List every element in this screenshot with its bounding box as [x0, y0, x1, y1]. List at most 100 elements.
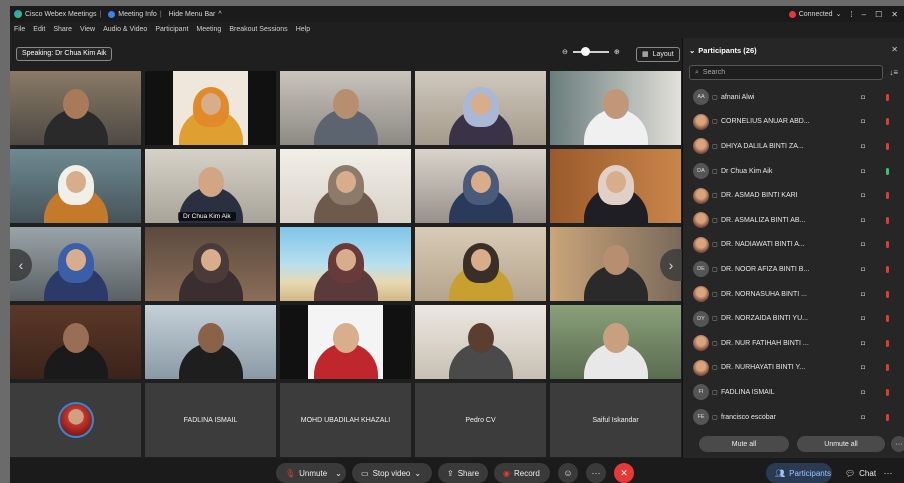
avatar: FE	[693, 409, 709, 426]
participant-row[interactable]: ▢ DR. NUR FATIHAH BINTI ... ◘	[683, 331, 904, 356]
participant-row[interactable]: ▢ DR. NORNASUHA BINTI ... ◘	[683, 282, 904, 307]
share-button[interactable]: ⇪ Share	[438, 463, 488, 483]
video-tile[interactable]	[280, 227, 411, 301]
chevron-right-icon: ›	[668, 257, 674, 273]
avatar-tile[interactable]	[10, 383, 141, 457]
mic-muted-icon[interactable]	[886, 241, 889, 249]
participant-row[interactable]: FE ▢ francisco escobar ◘	[683, 405, 904, 430]
video-tile-active-speaker[interactable]: Dr Chua Kim Aik	[145, 149, 276, 223]
close-window-button[interactable]: ✕	[891, 10, 898, 19]
video-tile[interactable]	[10, 305, 141, 379]
mic-muted-icon[interactable]	[886, 388, 889, 396]
mic-on-icon[interactable]	[886, 167, 889, 175]
mic-muted-icon[interactable]	[886, 339, 889, 347]
mic-muted-icon[interactable]	[886, 413, 889, 421]
video-tile[interactable]	[415, 227, 546, 301]
chevron-down-icon[interactable]: ⌄	[689, 46, 695, 55]
layout-button[interactable]: ▦ Layout	[636, 47, 680, 62]
participant-row[interactable]: FI ▢ FADLINA ISMAIL ◘	[683, 380, 904, 405]
video-tile[interactable]	[145, 305, 276, 379]
mic-muted-icon[interactable]	[886, 290, 889, 298]
video-tile[interactable]	[415, 149, 546, 223]
video-tile[interactable]	[550, 149, 681, 223]
connection-status[interactable]: Connected ⌄	[788, 10, 841, 18]
mic-muted-icon[interactable]	[886, 192, 889, 200]
participants-button[interactable]: 👥︎ Participants	[766, 463, 832, 483]
participant-row[interactable]: ▢ CORNELIUS ANUAR ABD... ◘	[683, 110, 904, 135]
zoom-slider-knob[interactable]	[580, 47, 590, 56]
record-button[interactable]: ◉ Record	[494, 463, 550, 483]
meeting-info-button[interactable]: Meeting Info	[108, 10, 157, 18]
menu-breakout-sessions[interactable]: Breakout Sessions	[229, 26, 287, 33]
mic-muted-icon[interactable]	[886, 364, 889, 372]
reactions-button[interactable]: ☺	[558, 463, 578, 483]
participant-row[interactable]: DY ▢ DR. NORZAIDA BINTI YU... ◘	[683, 306, 904, 331]
mic-muted-icon[interactable]	[886, 142, 889, 150]
zoom-slider[interactable]	[572, 47, 609, 56]
video-tile[interactable]	[10, 71, 141, 145]
video-tile[interactable]	[550, 71, 681, 145]
device-icon: ▢	[712, 119, 718, 126]
video-tile[interactable]	[280, 71, 411, 145]
name-tile[interactable]: Saiful Iskandar	[550, 383, 681, 457]
participant-row[interactable]: ▢ DR. NURHAYATI BINTI Y... ◘	[683, 356, 904, 381]
hide-menu-bar-button[interactable]: Hide Menu Bar ^	[169, 11, 222, 18]
participant-row[interactable]: ▢ DR. ASMALIZA BINTI AB... ◘	[683, 208, 904, 233]
menu-meeting[interactable]: Meeting	[196, 26, 221, 33]
mute-all-button[interactable]: Mute all	[699, 436, 789, 452]
name-tile[interactable]: FADLINA ISMAIL	[145, 383, 276, 457]
participant-row[interactable]: ▢ DR. ASMAD BINTI KARI ◘	[683, 183, 904, 208]
menu-edit[interactable]: Edit	[33, 26, 45, 33]
unmute-all-button[interactable]: Unmute all	[797, 436, 885, 452]
menu-help[interactable]: Help	[296, 26, 310, 33]
menu-participant[interactable]: Participant	[155, 26, 188, 33]
menu-share[interactable]: Share	[53, 26, 72, 33]
menu-file[interactable]: File	[14, 26, 25, 33]
sort-icon[interactable]: ↓≡	[889, 68, 898, 77]
mic-muted-icon[interactable]	[886, 265, 889, 273]
unmute-button[interactable]: 🎙︎ Unmute ⌄	[276, 463, 346, 483]
video-tile[interactable]	[145, 71, 276, 145]
mic-muted-icon[interactable]	[886, 315, 889, 323]
zoom-control[interactable]: ⊖ ⊕	[562, 47, 620, 56]
participant-row[interactable]: ▢ DR. NADIAWATI BINTI A... ◘	[683, 233, 904, 258]
leave-meeting-button[interactable]: ✕	[614, 463, 634, 483]
zoom-in-icon[interactable]: ⊕	[614, 48, 620, 56]
video-tile[interactable]	[280, 149, 411, 223]
menu-audio-video[interactable]: Audio & Video	[103, 26, 147, 33]
participant-row[interactable]: DA ▢ Dr Chua Kim Aik ◘	[683, 159, 904, 184]
title-separator: |	[99, 10, 102, 18]
mic-muted-icon[interactable]	[886, 216, 889, 224]
video-tile[interactable]	[415, 305, 546, 379]
video-tile[interactable]	[550, 305, 681, 379]
chevron-down-icon: ⌄	[414, 468, 422, 478]
maximize-button[interactable]: ☐	[875, 10, 882, 19]
menu-view[interactable]: View	[80, 26, 95, 33]
search-input[interactable]: ⌕ Search	[689, 65, 883, 80]
video-tile[interactable]	[280, 305, 411, 379]
mic-muted-icon[interactable]	[886, 93, 889, 101]
close-icon[interactable]: ✕	[891, 45, 898, 54]
zoom-out-icon[interactable]: ⊖	[562, 48, 568, 56]
layout-grid-icon: ▦	[642, 51, 649, 58]
mic-muted-icon[interactable]	[886, 118, 889, 126]
emoji-icon: ☺	[563, 468, 573, 478]
name-tile[interactable]: Pedro CV	[415, 383, 546, 457]
video-tile[interactable]	[145, 227, 276, 301]
name-tile[interactable]: MOHD UBADILAH KHAZALI	[280, 383, 411, 457]
video-tile[interactable]	[415, 71, 546, 145]
video-tile[interactable]	[10, 149, 141, 223]
chat-button[interactable]: 💬︎ Chat	[836, 463, 876, 483]
minimize-button[interactable]: –	[862, 10, 866, 19]
panel-more-button[interactable]: ···	[878, 463, 898, 483]
panel-footer: Mute all Unmute all ···	[683, 431, 904, 458]
participant-row[interactable]: AA ▢ afnani Alwi ◘	[683, 85, 904, 110]
participant-row[interactable]: DE ▢ DR. NOOR AFIZA BINTI B... ◘	[683, 257, 904, 282]
stop-video-button[interactable]: ▭ Stop video ⌄	[352, 463, 432, 483]
participant-row[interactable]: ▢ DHIYA DALILA BINTI ZA... ◘	[683, 134, 904, 159]
hide-menu-label: Hide Menu Bar	[168, 10, 216, 18]
more-icon[interactable]: ⁞	[850, 10, 852, 19]
more-options-button[interactable]: ···	[891, 436, 904, 452]
more-button[interactable]: ···	[586, 463, 606, 483]
participant-list: AA ▢ afnani Alwi ◘ ▢ CORNELIUS ANUAR ABD... ◘ ▢…	[683, 85, 904, 429]
